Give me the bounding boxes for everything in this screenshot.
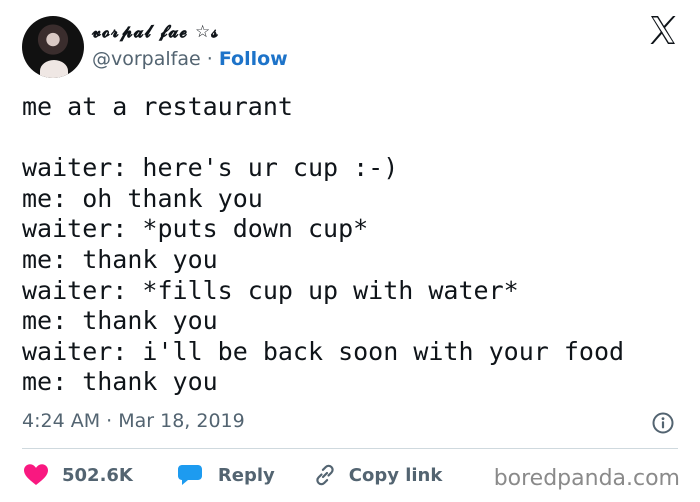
copy-link-button[interactable]: Copy link [313,463,443,487]
like-button[interactable]: 502.6K [24,464,178,486]
link-icon [316,464,334,486]
divider [22,448,678,449]
follow-button[interactable]: Follow [219,48,288,70]
info-icon[interactable] [652,412,674,434]
heart-icon [24,464,48,485]
separator: · [206,48,213,70]
action-bar: 502.6K Reply Copy link [24,460,442,490]
tweet-text: me at a restaurant waiter: here's ur cup… [22,92,625,397]
handle[interactable]: @vorpalfae [92,48,201,70]
avatar[interactable] [22,16,84,78]
display-name[interactable]: 𝓿𝓸𝓻𝓹𝓪𝓵 𝓯𝓪𝓮 ☆𝓼 [92,22,219,42]
reply-button[interactable]: Reply [177,464,313,486]
reply-label: Reply [217,464,275,486]
watermark: boredpanda.com [493,466,680,491]
timestamp[interactable]: 4:24 AM · Mar 18, 2019 [22,410,245,432]
like-count: 502.6K [62,464,133,486]
x-logo-icon[interactable] [648,14,678,46]
speech-bubble-icon [177,465,202,485]
copy-link-label: Copy link [348,464,443,486]
handle-row: @vorpalfae · Follow [92,48,288,70]
